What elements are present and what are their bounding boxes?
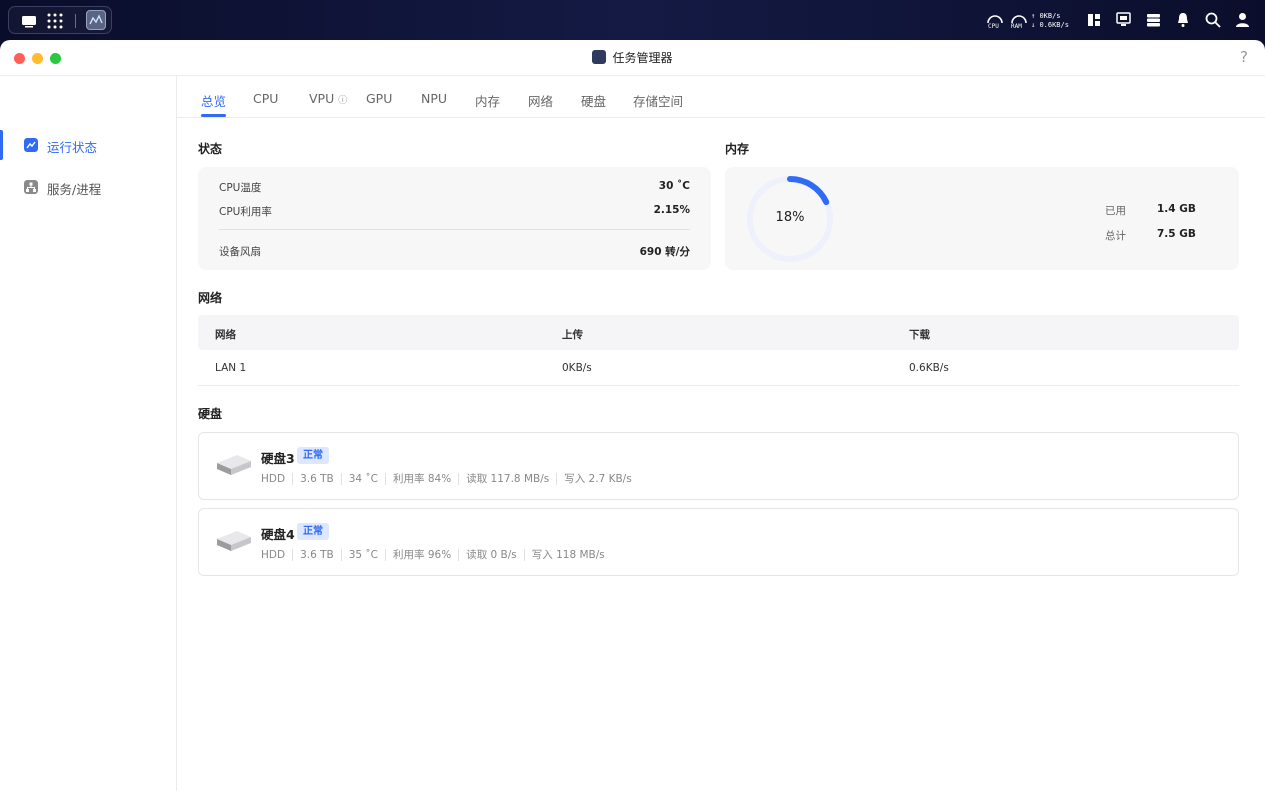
memory-percent-label: 18% bbox=[775, 210, 805, 225]
network-cell-upload: 0KB/s bbox=[562, 362, 592, 374]
disk-meta: HDD 3.6 TB 34 ˚C 利用率 84% 读取 117.8 MB/s 写入 2.7… bbox=[261, 471, 639, 486]
tab-vpu[interactable]: VPU ⓘ bbox=[309, 91, 347, 106]
memory-used-label: 已用 bbox=[1105, 205, 1126, 217]
disk-temp: 35 ˚C bbox=[340, 549, 386, 561]
sidebar-item-label: 运行状态 bbox=[47, 140, 98, 155]
tab-storage[interactable]: 存储空间 bbox=[633, 91, 683, 110]
cpu-usage-value: 2.15% bbox=[653, 204, 690, 216]
task-manager-app-icon bbox=[592, 50, 607, 64]
hdd-icon bbox=[217, 455, 251, 475]
memory-total-label: 总计 bbox=[1105, 230, 1126, 242]
disk-section-title: 硬盘 bbox=[198, 407, 223, 421]
network-col-download: 下载 bbox=[909, 329, 930, 341]
status-card: CPU温度 30 ˚C CPU利用率 2.15% 设备风扇 690 转/分 bbox=[198, 167, 711, 270]
disk-capacity: 3.6 TB bbox=[292, 549, 341, 561]
table-row: LAN 1 0KB/s 0.6KB/s bbox=[198, 350, 1239, 386]
network-col-upload: 上传 bbox=[562, 329, 583, 341]
disk-meta: HDD 3.6 TB 35 ˚C 利用率 96% 读取 0 B/s 写入 118 MB/s bbox=[261, 547, 612, 562]
sidebar-item-services[interactable]: 服务/进程 bbox=[0, 172, 176, 202]
tab-npu[interactable]: NPU bbox=[421, 91, 447, 106]
disk-read: 读取 117.8 MB/s bbox=[458, 473, 557, 485]
fan-label: 设备风扇 bbox=[219, 246, 261, 258]
user-icon[interactable] bbox=[1235, 12, 1250, 28]
disk-write: 写入 2.7 KB/s bbox=[556, 473, 639, 485]
window-titlebar: 任务管理器 ? bbox=[0, 40, 1265, 76]
task-manager-window: 任务管理器 ? 运行状态 服务/进程 总览 CPU VPU ⓘ GPU NPU … bbox=[0, 40, 1265, 791]
status-divider bbox=[219, 229, 690, 230]
memory-card: 18% 已用 1.4 GB 总计 7.5 GB bbox=[725, 167, 1239, 270]
sidebar-item-running-status[interactable]: 运行状态 bbox=[0, 130, 176, 160]
tab-bar: 总览 CPU VPU ⓘ GPU NPU 内存 网络 硬盘 存储空间 bbox=[177, 76, 1265, 118]
net-rate-readout[interactable]: ↑ 0KB/s ↓ 0.6KB/s bbox=[1031, 12, 1069, 30]
chart-line-icon bbox=[24, 138, 38, 152]
status-badge: 正常 bbox=[297, 523, 329, 540]
disk-card[interactable]: 硬盘3 正常 HDD 3.6 TB 34 ˚C 利用率 84% 读取 117.8 MB/… bbox=[198, 432, 1239, 500]
fan-value: 690 转/分 bbox=[639, 246, 690, 258]
disk-capacity: 3.6 TB bbox=[292, 473, 341, 485]
monitor-icon[interactable] bbox=[1116, 12, 1131, 28]
search-icon[interactable] bbox=[1205, 12, 1221, 28]
system-topbar: CPU RAM ↑ 0KB/s ↓ 0.6KB/s bbox=[0, 0, 1265, 40]
dock bbox=[8, 6, 112, 34]
tab-memory[interactable]: 内存 bbox=[475, 91, 500, 110]
tab-network[interactable]: 网络 bbox=[528, 91, 553, 110]
window-title: 任务管理器 bbox=[0, 49, 1265, 66]
disk-usage: 利用率 84% bbox=[385, 473, 459, 485]
disk-type: HDD bbox=[261, 549, 286, 561]
network-cell-name: LAN 1 bbox=[215, 362, 247, 374]
disk-read: 读取 0 B/s bbox=[458, 549, 524, 561]
network-table-header: 网络 上传 下载 bbox=[198, 315, 1239, 350]
window-title-text: 任务管理器 bbox=[612, 51, 673, 65]
sidebar-item-label: 服务/进程 bbox=[47, 182, 102, 197]
upload-rate: 0KB/s bbox=[1039, 12, 1061, 20]
download-arrow: ↓ bbox=[1031, 21, 1036, 29]
server-icon[interactable] bbox=[1146, 13, 1161, 27]
widget-panel-icon[interactable] bbox=[1087, 13, 1101, 27]
ram-gauge-label: RAM bbox=[1011, 23, 1022, 30]
tab-vpu-label: VPU bbox=[309, 91, 335, 106]
memory-used-value: 1.4 GB bbox=[1157, 203, 1196, 215]
info-icon: ⓘ bbox=[338, 96, 348, 106]
status-badge: 正常 bbox=[297, 447, 329, 464]
task-manager-dock-icon[interactable] bbox=[86, 10, 106, 30]
cpu-temp-value: 30 ˚C bbox=[658, 180, 690, 192]
status-section-title: 状态 bbox=[198, 142, 223, 156]
sidebar: 运行状态 服务/进程 bbox=[0, 76, 177, 791]
disk-name: 硬盘4 bbox=[261, 527, 295, 542]
desktop-icon[interactable] bbox=[19, 11, 39, 31]
tab-gpu[interactable]: GPU bbox=[366, 91, 392, 106]
cpu-usage-label: CPU利用率 bbox=[219, 206, 272, 218]
bell-icon[interactable] bbox=[1176, 12, 1190, 28]
download-rate: 0.6KB/s bbox=[1039, 21, 1069, 29]
sitemap-icon bbox=[24, 180, 38, 194]
network-cell-download: 0.6KB/s bbox=[909, 362, 949, 374]
disk-type: HDD bbox=[261, 473, 286, 485]
tab-cpu[interactable]: CPU bbox=[253, 91, 278, 106]
upload-arrow: ↑ bbox=[1031, 12, 1036, 20]
memory-section-title: 内存 bbox=[725, 142, 750, 156]
help-button[interactable]: ? bbox=[1240, 48, 1248, 66]
disk-name: 硬盘3 bbox=[261, 451, 295, 466]
active-tab-indicator bbox=[201, 114, 226, 117]
tab-overview[interactable]: 总览 bbox=[201, 91, 226, 110]
disk-usage: 利用率 96% bbox=[385, 549, 459, 561]
tab-disk[interactable]: 硬盘 bbox=[581, 91, 606, 110]
network-section-title: 网络 bbox=[198, 291, 223, 305]
memory-total-value: 7.5 GB bbox=[1157, 228, 1196, 240]
app-grid-icon[interactable] bbox=[45, 11, 65, 31]
disk-write: 写入 118 MB/s bbox=[523, 549, 612, 561]
cpu-gauge-label: CPU bbox=[988, 23, 999, 30]
dock-separator bbox=[75, 14, 76, 28]
hdd-icon bbox=[217, 531, 251, 551]
disk-temp: 34 ˚C bbox=[340, 473, 386, 485]
disk-card[interactable]: 硬盘4 正常 HDD 3.6 TB 35 ˚C 利用率 96% 读取 0 B/s 写入 1… bbox=[198, 508, 1239, 576]
cpu-temp-label: CPU温度 bbox=[219, 182, 262, 194]
network-col-name: 网络 bbox=[215, 329, 236, 341]
